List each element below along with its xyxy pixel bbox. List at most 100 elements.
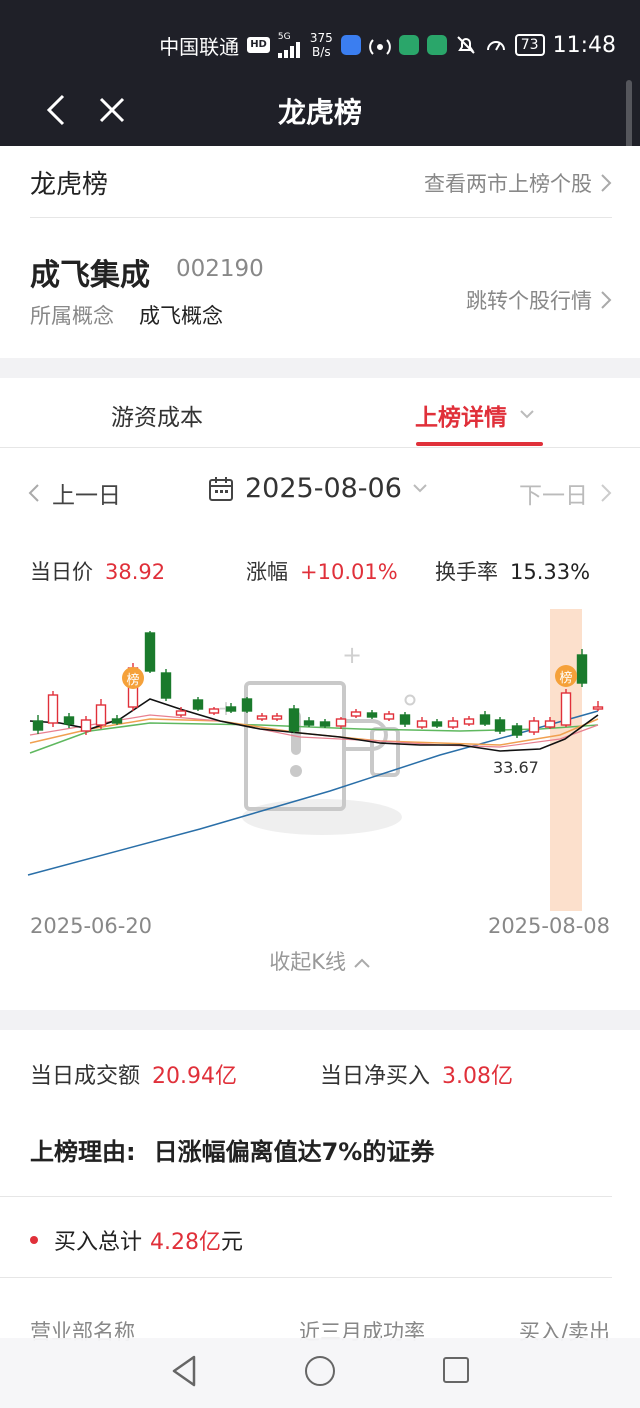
low-price-label: 33.67 [493,758,539,777]
stock-code: 002190 [176,256,264,282]
chevron-left-icon [28,484,39,502]
listing-reason: 上榜理由: 日涨幅偏离值达7%的证券 [30,1132,434,1167]
selected-date: 2025-08-06 [245,473,402,504]
scroll-indicator[interactable] [626,80,632,150]
candle-body [576,654,588,684]
turnover-rate-value: 15.33% [510,560,591,584]
candle-body [319,721,331,727]
candle-body [383,713,395,720]
battery-icon: 73 [514,34,545,56]
system-back-icon[interactable] [170,1354,200,1388]
stock-name: 成飞集成 [30,258,150,293]
day-turnover: 当日成交额 20.94亿 [30,1058,237,1090]
candle-body [303,720,315,726]
app-nav-bar: 龙虎榜 [0,76,640,146]
candle-body [144,632,156,672]
candle-body [431,721,443,727]
list-marker-right: 榜 [555,665,577,687]
signal-bars-icon [277,42,300,58]
stock-header-card: 龙虎榜 查看两市上榜个股 成飞集成 002190 所属概念 成飞概念 跳转个股行… [0,146,640,358]
net-speed-value: 375 [309,31,333,45]
speed-gauge-icon [486,41,505,51]
candle-body [32,720,44,731]
net-speed-unit: B/s [312,45,331,59]
bullet-dot [30,1236,38,1244]
divider [0,447,640,448]
turnover-rate-label: 换手率 [435,560,498,584]
candle-body [463,718,475,725]
concept-value[interactable]: 成飞概念 [139,300,223,330]
day-price-value: 38.92 [105,560,166,584]
candle-body [511,725,523,736]
buy-total-unit: 元 [221,1230,244,1255]
hotspot-icon [368,39,391,55]
tab-listing-detail-label: 上榜详情 [415,405,507,431]
section-title: 龙虎榜 [30,170,109,200]
day-net-buy-label: 当日净买入 [320,1064,431,1089]
concept-label: 所属概念 [30,304,114,328]
chevron-right-icon [601,174,612,192]
next-day-button[interactable]: 下一日 [519,476,612,510]
view-all-stocks-link[interactable]: 查看两市上榜个股 [424,168,612,198]
candle-body [225,706,237,712]
divider [0,1277,612,1278]
status-bar-right: 中国联通 HD 5G 375 B/s 73 11:48 [159,30,616,60]
candle-body [399,714,411,725]
status-bar: 中国联通 HD 5G 375 B/s 73 11:48 [0,0,640,76]
chevron-down-icon [413,483,427,492]
list-marker-left-label: 榜 [126,672,139,688]
kline-chart[interactable]: + + 榜 榜 33.67 [0,603,640,918]
jump-to-quote-link[interactable]: 跳转个股行情 [466,285,612,315]
jump-to-quote-label: 跳转个股行情 [466,289,592,313]
system-recent-apps-icon[interactable] [443,1357,469,1383]
system-home-icon[interactable] [305,1356,335,1386]
hd-tag: HD [247,37,270,53]
highlight-band [550,609,582,911]
chevron-up-icon [354,958,370,968]
clock: 11:48 [552,32,616,58]
candle-body [416,720,428,728]
turnover-rate: 换手率 15.33% [435,556,590,586]
wifi-app-icon [398,35,419,55]
candle-body [95,704,107,726]
wifi-app-icon-2 [426,35,447,55]
candle-body [592,706,604,710]
listing-reason-label: 上榜理由: [30,1138,136,1166]
candle-body [63,716,75,725]
candle-body [271,715,283,720]
candle-body [366,712,378,718]
day-turnover-label: 当日成交额 [30,1064,141,1089]
candle-body [175,710,187,716]
candle-body [47,694,59,724]
net-speed: 375 B/s [310,31,333,59]
chevron-right-icon [601,484,612,502]
candle-body [288,708,300,732]
day-turnover-value: 20.94亿 [152,1064,237,1089]
kline-end-date: 2025-08-08 [487,914,610,938]
candle-body [447,720,459,728]
tab-trader-cost[interactable]: 游资成本 [111,398,203,432]
day-net-buy: 当日净买入 3.08亿 [320,1058,513,1090]
candle-body [241,698,253,712]
list-marker-right-label: 榜 [559,670,572,686]
active-tab-indicator [416,442,543,446]
carrier-label: 中国联通 [159,34,240,59]
buy-total-label: 买入总计 [54,1230,143,1255]
tab-listing-detail[interactable]: 上榜详情 [415,398,535,432]
collapse-kline-button[interactable]: 收起K线 [0,946,640,976]
chevron-down-icon [520,410,534,419]
day-net-buy-value: 3.08亿 [442,1064,514,1089]
buy-total: 买入总计 4.28亿 元 [30,1224,243,1256]
date-picker[interactable]: 2025-08-06 [207,473,428,504]
mute-bell-icon [457,36,475,54]
prev-day-button[interactable]: 上一日 [28,476,121,510]
candle-body [80,719,92,732]
day-change-value: +10.01% [300,560,398,584]
candle-body [335,718,347,727]
divider [30,217,612,218]
calendar-icon [209,476,233,501]
candle-body [350,711,362,717]
candle-body [208,708,220,714]
music-app-icon [340,35,361,55]
candle-body [528,720,540,733]
